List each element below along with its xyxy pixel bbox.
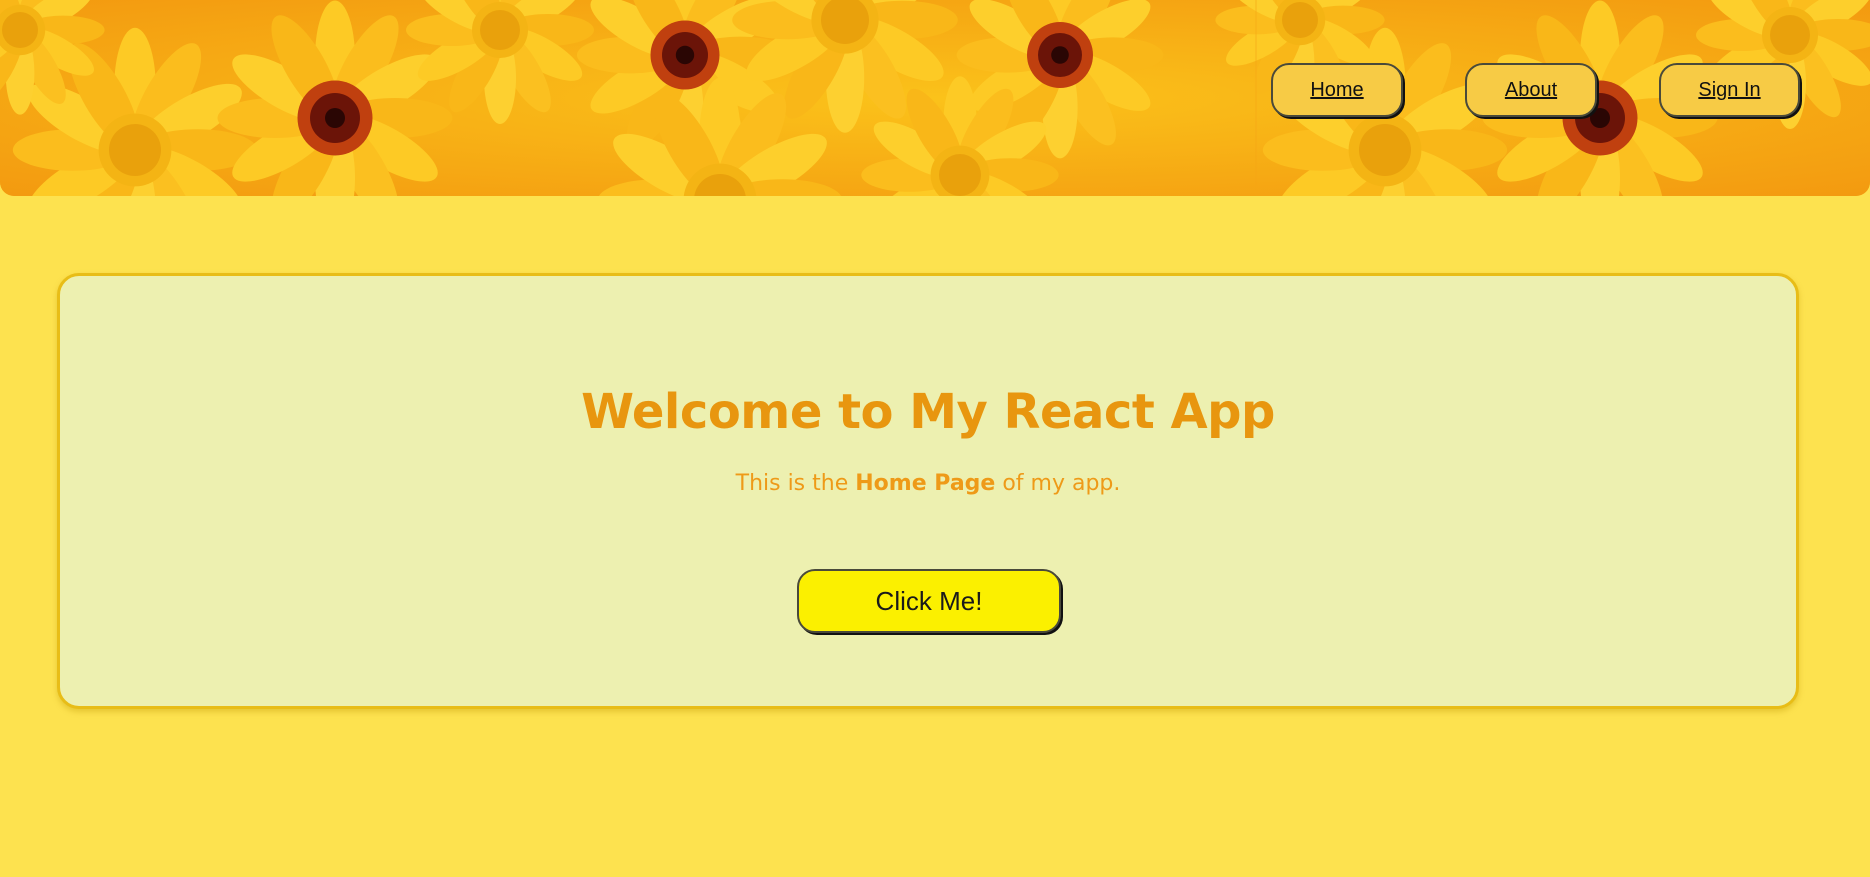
page-subtitle: This is the Home Page of my app. xyxy=(60,471,1796,496)
nav-bar: Home About Sign In xyxy=(0,63,1870,121)
nav-sign-in-button[interactable]: Sign In xyxy=(1659,63,1800,117)
click-me-button[interactable]: Click Me! xyxy=(797,569,1061,633)
header-banner: Home About Sign In xyxy=(0,0,1870,196)
subtitle-suffix: of my app. xyxy=(1002,471,1121,496)
welcome-card: Welcome to My React App This is the Home… xyxy=(57,273,1799,709)
subtitle-emphasis: Home Page xyxy=(855,471,996,496)
nav-home-button[interactable]: Home xyxy=(1271,63,1403,117)
subtitle-prefix: This is the xyxy=(735,471,849,496)
page-title: Welcome to My React App xyxy=(581,384,1275,440)
nav-about-button[interactable]: About xyxy=(1465,63,1597,117)
